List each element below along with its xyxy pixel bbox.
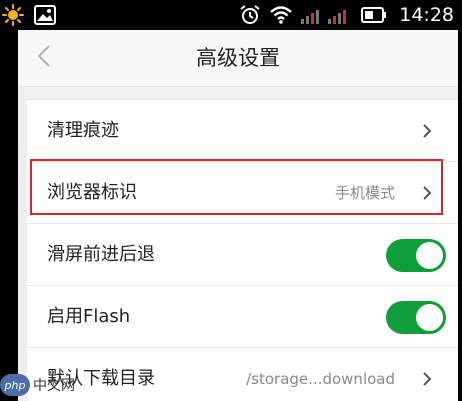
wifi-icon (269, 5, 293, 25)
setting-browser-ua[interactable]: 浏览器标识 手机模式 (27, 162, 458, 224)
toggle-knob (416, 304, 443, 331)
setting-label: 启用Flash (47, 306, 131, 327)
weather-sun-icon (2, 4, 24, 26)
watermark-text: 中文网 (33, 378, 75, 394)
status-time: 14:28 (399, 4, 454, 26)
back-button[interactable] (32, 43, 56, 73)
chevron-right-icon (420, 183, 434, 203)
setting-clear-history[interactable]: 清理痕迹 (27, 100, 458, 162)
setting-value: 手机模式 (334, 184, 395, 202)
watermark-badge: php (0, 374, 30, 396)
setting-flash: 启用Flash (27, 286, 458, 348)
swipe-navigation-toggle[interactable] (386, 239, 446, 272)
settings-screen: 高级设置 清理痕迹 浏览器标识 手机模式 滑屏前进后退 启用Flash 默认下载… (18, 30, 458, 401)
setting-label: 浏览器标识 (47, 182, 137, 203)
signal-icon (301, 5, 353, 25)
image-icon (34, 5, 56, 25)
setting-swipe-navigation: 滑屏前进后退 (27, 224, 458, 286)
watermark: php 中文网 (0, 370, 75, 400)
battery-icon (361, 6, 387, 24)
phone-frame: 14:28 高级设置 清理痕迹 浏览器标识 手机模式 滑屏前进后退 启用Flas… (0, 0, 462, 401)
flash-toggle[interactable] (386, 301, 446, 334)
setting-download-directory[interactable]: 默认下载目录 /storage...download (27, 348, 458, 401)
alarm-icon (239, 4, 261, 26)
chevron-right-icon (420, 369, 434, 389)
chevron-left-icon (37, 44, 51, 72)
setting-label: 滑屏前进后退 (47, 244, 155, 265)
page-title: 高级设置 (196, 46, 280, 70)
setting-value: /storage...download (246, 370, 395, 388)
status-bar: 14:28 (0, 0, 462, 30)
toggle-knob (416, 242, 443, 269)
app-header: 高级设置 (18, 30, 458, 87)
setting-label: 清理痕迹 (47, 120, 119, 141)
settings-list: 清理痕迹 浏览器标识 手机模式 滑屏前进后退 启用Flash 默认下载目录 /s… (27, 99, 458, 401)
chevron-right-icon (420, 121, 434, 141)
